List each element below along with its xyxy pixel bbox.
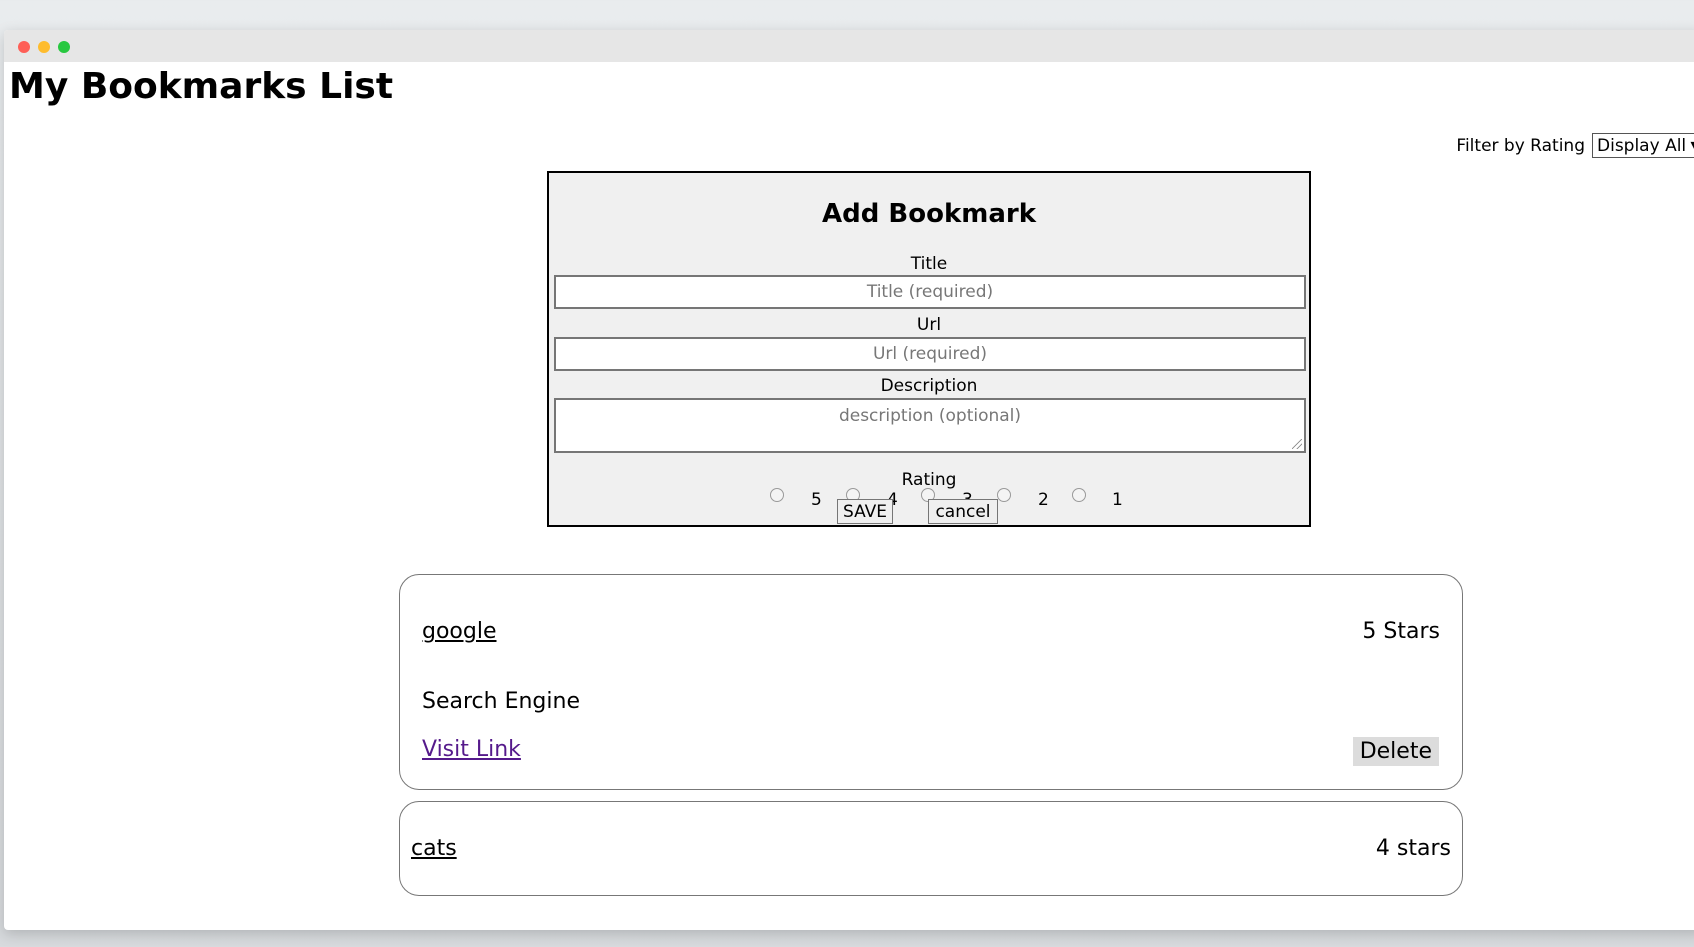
browser-window: My Bookmarks List Filter by Rating Displ… [4,30,1694,930]
cancel-button[interactable]: cancel [928,499,998,524]
rating-option-5: 5 [811,490,822,510]
dropdown-arrow-icon: ▼ [1691,139,1694,152]
title-input[interactable]: Title (required) [554,275,1306,309]
filter-label: Filter by Rating [1456,135,1585,156]
title-label: Title [910,254,948,274]
title-placeholder: Title (required) [866,282,994,302]
description-label: Description [880,376,978,396]
resize-grip-icon[interactable] [1292,439,1302,449]
rating-radio-2[interactable] [997,488,1011,502]
save-button[interactable]: SAVE [837,499,893,524]
rating-option-2: 2 [1038,490,1049,510]
bookmark-card: google 5 Stars Search Engine Visit Link … [399,574,1463,790]
rating-radio-1[interactable] [1072,488,1086,502]
bookmark-title-link[interactable]: cats [411,836,457,861]
rating-radio-5[interactable] [770,488,784,502]
bookmark-description: Search Engine [422,689,580,714]
bookmark-rating: 4 stars [1375,836,1451,861]
window-titlebar [4,30,1694,62]
url-label: Url [916,315,942,335]
filter-rating-select[interactable]: Display All ▼ [1592,133,1694,158]
page-title: My Bookmarks List [9,66,394,107]
url-placeholder: Url (required) [872,344,988,364]
description-textarea[interactable]: description (optional) [554,398,1306,453]
url-input[interactable]: Url (required) [554,337,1306,371]
visit-link[interactable]: Visit Link [422,737,521,762]
rating-filter: Filter by Rating Display All ▼ [1456,133,1694,158]
filter-selected-value: Display All [1597,135,1687,156]
close-window-icon[interactable] [18,41,30,53]
form-heading: Add Bookmark [822,199,1036,229]
rating-option-1: 1 [1112,490,1123,510]
add-bookmark-form: Add Bookmark Title Title (required) Url … [547,171,1311,527]
delete-button[interactable]: Delete [1352,737,1439,766]
bookmark-rating: 5 Stars [1362,619,1440,644]
description-placeholder: description (optional) [838,406,1022,426]
maximize-window-icon[interactable] [58,41,70,53]
minimize-window-icon[interactable] [38,41,50,53]
bookmark-title-link[interactable]: google [422,619,497,644]
bookmark-card: cats 4 stars [399,801,1463,896]
